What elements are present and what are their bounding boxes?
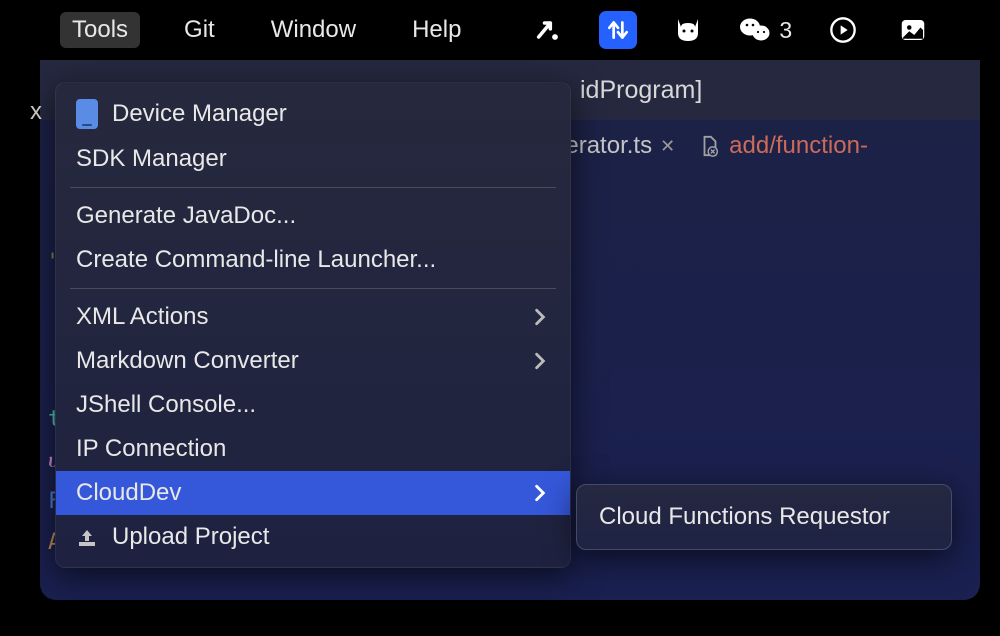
arrow-icon[interactable]	[529, 11, 567, 49]
system-tray: 3	[529, 11, 932, 49]
wechat-badge-count: 3	[779, 17, 792, 44]
menu-device-manager[interactable]: Device Manager	[56, 91, 570, 137]
upload-icon	[76, 526, 98, 548]
chevron-right-icon	[534, 308, 550, 326]
menu-jshell-console[interactable]: JShell Console...	[56, 383, 570, 427]
menubar: Tools Git Window Help	[0, 0, 1000, 60]
menu-create-launcher[interactable]: Create Command-line Launcher...	[56, 238, 570, 282]
menu-clouddev[interactable]: CloudDev	[56, 471, 570, 515]
menu-git[interactable]: Git	[172, 12, 227, 48]
menu-tools[interactable]: Tools	[60, 12, 140, 48]
submenu-cloud-functions-requestor[interactable]: Cloud Functions Requestor	[577, 495, 951, 539]
chevron-right-icon	[534, 484, 550, 502]
truncated-text: x	[30, 98, 42, 126]
wechat-tray[interactable]: 3	[739, 16, 792, 44]
play-icon[interactable]	[824, 11, 862, 49]
device-icon	[76, 99, 98, 129]
network-activity-icon[interactable]	[599, 11, 637, 49]
chevron-right-icon	[534, 352, 550, 370]
cat-icon[interactable]	[669, 11, 707, 49]
tab-add-function[interactable]: add/function-	[691, 132, 876, 160]
close-icon[interactable]: ✕	[660, 136, 675, 157]
menu-markdown-converter[interactable]: Markdown Converter	[56, 339, 570, 383]
menu-divider	[70, 288, 556, 289]
menu-upload-project[interactable]: Upload Project	[56, 515, 570, 559]
menu-xml-actions[interactable]: XML Actions	[56, 295, 570, 339]
menu-ip-connection[interactable]: IP Connection	[56, 427, 570, 471]
menu-generate-javadoc[interactable]: Generate JavaDoc...	[56, 194, 570, 238]
image-icon[interactable]	[894, 11, 932, 49]
menu-sdk-manager[interactable]: SDK Manager	[56, 137, 570, 181]
tools-dropdown: Device Manager SDK Manager Generate Java…	[55, 82, 571, 568]
menu-help[interactable]: Help	[400, 12, 473, 48]
clouddev-submenu: Cloud Functions Requestor	[576, 484, 952, 550]
menu-window[interactable]: Window	[259, 12, 368, 48]
menu-divider	[70, 187, 556, 188]
